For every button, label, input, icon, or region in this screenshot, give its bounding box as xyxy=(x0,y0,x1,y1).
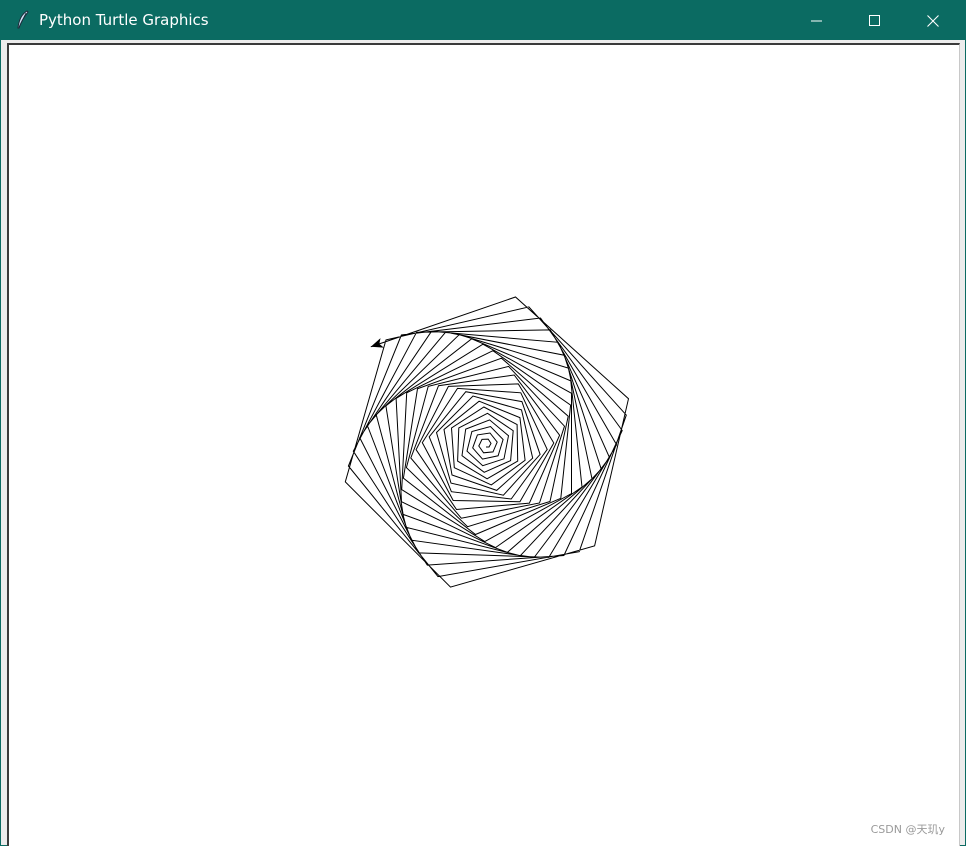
close-button[interactable] xyxy=(904,1,962,40)
turtle-window: Python Turtle Graphics CSDN @天玑y xyxy=(0,0,966,846)
title-bar[interactable]: Python Turtle Graphics xyxy=(1,1,965,40)
maximize-icon xyxy=(869,14,880,26)
hexagon-spiral-drawing xyxy=(344,296,630,588)
arrow-turtle-icon xyxy=(370,338,384,348)
spiral-path xyxy=(344,296,630,588)
turtle-canvas[interactable] xyxy=(9,45,959,846)
maximize-button[interactable] xyxy=(846,1,904,40)
close-icon xyxy=(927,14,939,27)
window-title: Python Turtle Graphics xyxy=(39,11,209,29)
minimize-icon xyxy=(811,20,822,21)
minimize-button[interactable] xyxy=(788,1,846,40)
feather-icon xyxy=(15,10,31,30)
turtle-canvas-frame: CSDN @天玑y xyxy=(7,43,960,846)
watermark-label: CSDN @天玑y xyxy=(870,823,945,836)
